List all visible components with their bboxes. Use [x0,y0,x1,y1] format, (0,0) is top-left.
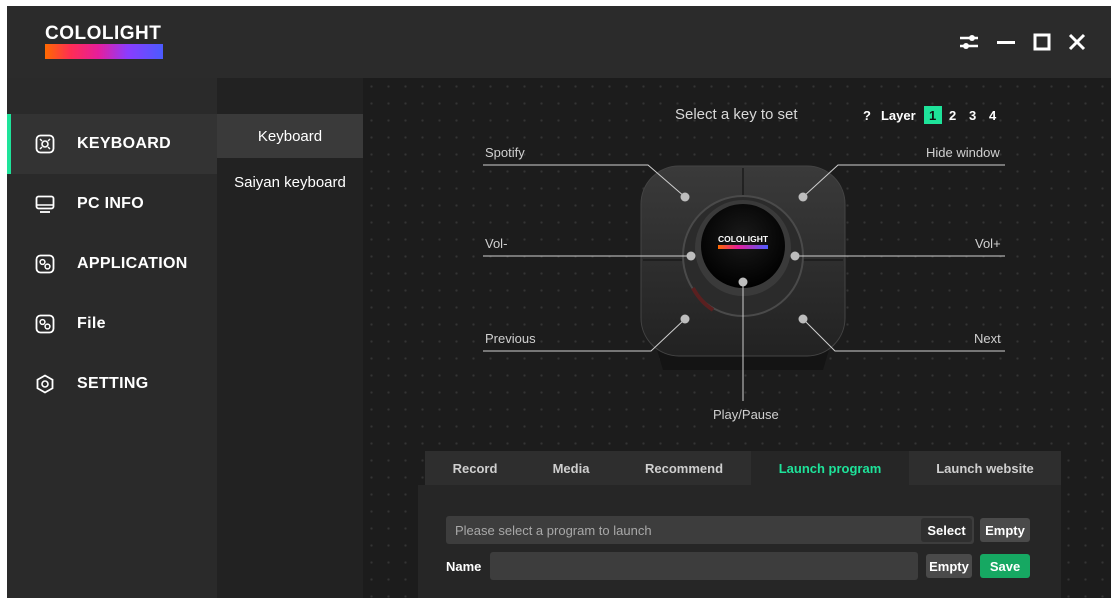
key-label-spotify[interactable]: Spotify [485,145,525,160]
hexagon-settings-icon [35,374,55,394]
name-label: Name [446,559,482,574]
sidebar-item-label: PC INFO [77,195,144,212]
keyboard-knob-icon [35,134,55,154]
sidebar-item-label: APPLICATION [77,255,188,272]
key-label-previous[interactable]: Previous [485,331,536,346]
close-icon[interactable] [1065,30,1089,54]
program-path-placeholder: Please select a program to launch [455,523,652,538]
application-icon [35,254,55,274]
key-label-hide-window[interactable]: Hide window [926,145,1000,160]
key-label-play-pause[interactable]: Play/Pause [713,407,779,422]
main-content: Select a key to set ? Layer 1 2 3 4 COLO… [363,78,1111,598]
tab-launch-website[interactable]: Launch website [909,451,1061,485]
key-dot-previous[interactable] [680,314,690,324]
key-label-vol-plus[interactable]: Vol+ [975,236,1001,251]
sidebar-item-setting[interactable]: SETTING [7,354,217,414]
tab-record[interactable]: Record [425,451,525,485]
title-bar: COLOLIGHT [7,6,1111,78]
subnav-item-keyboard[interactable]: Keyboard [217,114,363,158]
sidebar-item-label: File [77,315,106,332]
sidebar-item-file[interactable]: File [7,294,217,354]
sidebar-item-application[interactable]: APPLICATION [7,234,217,294]
tab-launch-program[interactable]: Launch program [751,451,909,485]
sub-navigation: Keyboard Saiyan keyboard [217,78,363,598]
key-dot-next[interactable] [798,314,808,324]
function-tabs: Record Media Recommend Launch program La… [425,451,1061,485]
app-logo-text: COLOLIGHT [45,23,162,44]
monitor-icon [35,194,55,214]
save-button[interactable]: Save [980,554,1030,578]
empty-program-button[interactable]: Empty [980,518,1030,542]
sidebar-item-keyboard[interactable]: KEYBOARD [7,114,217,174]
subnav-item-saiyan-keyboard[interactable]: Saiyan keyboard [217,160,363,204]
key-dot-play-pause[interactable] [738,277,748,287]
sidebar-item-pc-info[interactable]: PC INFO [7,174,217,234]
maximize-icon[interactable] [1030,30,1054,54]
app-logo-gradient-bar [45,44,163,59]
name-input[interactable] [490,552,918,580]
key-dot-hide-window[interactable] [798,192,808,202]
tab-media[interactable]: Media [525,451,617,485]
settings-sliders-icon[interactable] [957,30,981,54]
empty-name-button[interactable]: Empty [926,554,972,578]
program-path-field[interactable]: Please select a program to launch [446,516,974,544]
key-dot-vol-minus[interactable] [686,251,696,261]
minimize-icon[interactable] [994,30,1018,54]
launch-program-panel: Please select a program to launch Select… [418,485,1061,598]
sidebar-item-label: KEYBOARD [77,135,171,152]
device-logo: COLOLIGHT [718,234,769,244]
key-dot-vol-plus[interactable] [790,251,800,261]
file-icon [35,314,55,334]
key-dot-spotify[interactable] [680,192,690,202]
sidebar-item-label: SETTING [77,375,149,392]
key-label-next[interactable]: Next [974,331,1001,346]
app-window: COLOLIGHT KEYBOARD PC INFO APPLICATION F… [7,6,1111,598]
sidebar: KEYBOARD PC INFO APPLICATION File SETTIN… [7,78,217,598]
select-program-button[interactable]: Select [921,518,972,542]
tab-recommend[interactable]: Recommend [617,451,751,485]
key-label-vol-minus[interactable]: Vol- [485,236,507,251]
device-diagram: COLOLIGHT [483,164,1005,401]
